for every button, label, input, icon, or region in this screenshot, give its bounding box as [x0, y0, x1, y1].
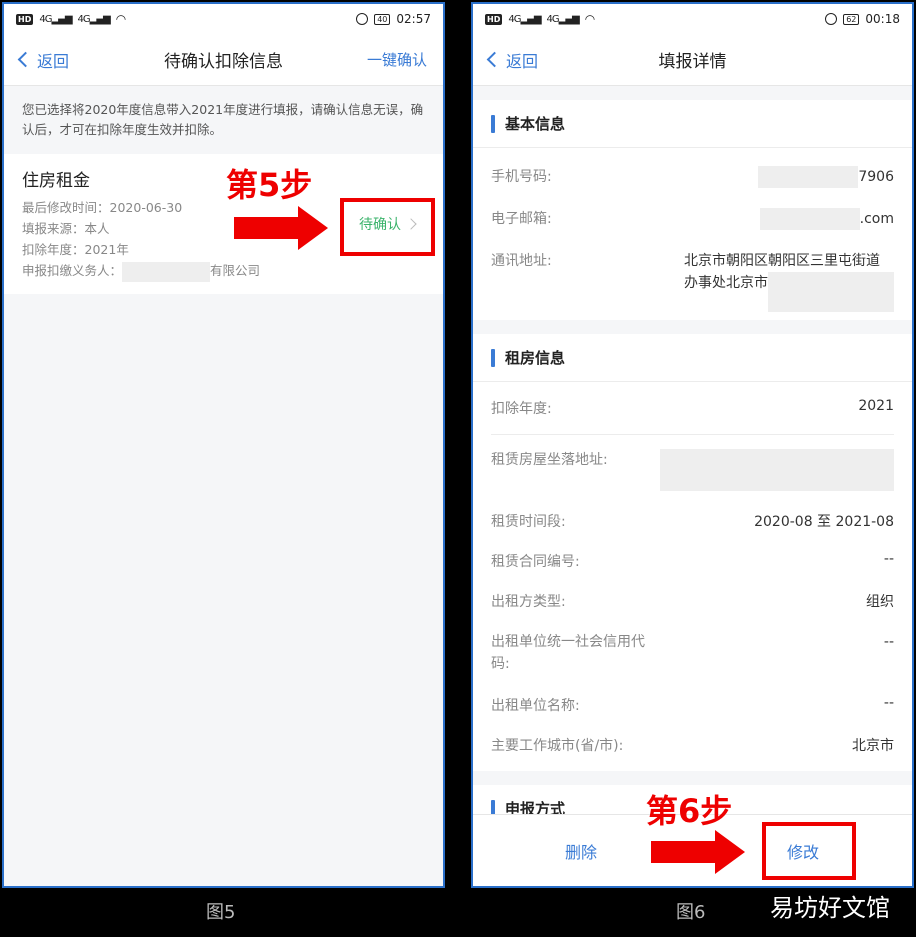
- notice-text: 您已选择将2020年度信息带入2021年度进行填报，请确认信息无误，确认后，才可…: [22, 102, 424, 137]
- period-label: 租赁时间段:: [491, 514, 566, 530]
- phone-row: 手机号码: 7906: [491, 156, 894, 198]
- phone-label: 手机号码:: [491, 169, 552, 185]
- alarm-icon: [825, 13, 838, 25]
- section-basic-info: 基本信息: [473, 100, 912, 148]
- back-button[interactable]: 返回: [17, 48, 70, 72]
- contract-row: 租赁合同编号: --: [491, 541, 894, 581]
- work-city-label: 主要工作城市(省/市):: [491, 738, 624, 754]
- step-6-arrow: [651, 830, 745, 874]
- back-label: 返回: [506, 51, 539, 71]
- caption-fig5: 图5: [206, 902, 236, 923]
- wifi-icon: ◠: [584, 12, 596, 26]
- delete-button[interactable]: 删除: [565, 839, 597, 863]
- contract-value: --: [883, 551, 894, 567]
- address-value: 北京市朝阳区朝阳区三里屯街道 办事处北京市: [684, 250, 894, 312]
- lessor-name-row: 出租单位名称: --: [491, 685, 894, 725]
- address-label: 通讯地址:: [491, 253, 552, 269]
- source-label: 填报来源：: [22, 221, 85, 236]
- highlight-box-pending: [340, 198, 435, 256]
- source-value: 本人: [84, 221, 110, 236]
- nav-bar: 返回 待确认扣除信息 一键确认: [4, 34, 443, 86]
- agent-suffix: 有限公司: [210, 263, 261, 278]
- hd-icon: HD: [485, 13, 503, 25]
- signal-icon: 4G▂▄▆: [39, 13, 72, 25]
- nav-bar: 返回 填报详情: [473, 34, 912, 86]
- section-marker: [491, 114, 495, 133]
- battery-icon: 62: [843, 13, 860, 25]
- agent-label: 申报扣缴义务人：: [22, 263, 123, 278]
- redacted-block: [758, 166, 859, 188]
- redacted-block: [122, 261, 211, 282]
- step-6-label: 第6步: [646, 792, 733, 830]
- period-row: 租赁时间段: 2020-08 至 2021-08: [491, 501, 894, 541]
- period-value: 2020-08 至 2021-08: [754, 514, 894, 530]
- section-rent-info: 租房信息: [473, 334, 912, 382]
- lessor-type-row: 出租方类型: 组织: [491, 581, 894, 621]
- modified-label: 最后修改时间：: [22, 200, 110, 215]
- work-city-value: 北京市: [852, 738, 894, 754]
- lessor-name-label: 出租单位名称:: [491, 698, 580, 714]
- status-bar: HD 4G▂▄▆ 4G▂▄▆ ◠ 62 00:18: [473, 4, 912, 34]
- battery-icon: 40: [374, 13, 391, 25]
- status-time: 00:18: [865, 12, 900, 26]
- screen-fig6: HD 4G▂▄▆ 4G▂▄▆ ◠ 62 00:18 返回 填报详情 基本信息 手…: [471, 2, 914, 888]
- status-time: 02:57: [396, 12, 431, 26]
- watermark: 易坊好文馆: [770, 894, 890, 922]
- page-title: 填报详情: [658, 52, 727, 72]
- rent-info-body: 扣除年度: 2021 租赁房屋坐落地址: 租赁时间段: 2020-08 至 20…: [473, 382, 912, 771]
- signal-icon-2: 4G▂▄▆: [546, 13, 580, 25]
- lessor-type-label: 出租方类型:: [491, 594, 566, 610]
- highlight-box-modify: [762, 822, 856, 880]
- work-city-row: 主要工作城市(省/市): 北京市: [491, 725, 894, 765]
- redacted-block: [768, 272, 894, 312]
- confirm-all-button[interactable]: 一键确认: [367, 49, 427, 70]
- lessor-type-value: 组织: [866, 594, 894, 610]
- modified-value: 2020-06-30: [109, 200, 183, 215]
- email-row: 电子邮箱: .com: [491, 198, 894, 240]
- credit-code-value: --: [883, 634, 894, 650]
- year-value: 2021年: [84, 242, 129, 257]
- credit-code-label: 出租单位统一社会信用代 码:: [491, 634, 645, 672]
- hd-icon: HD: [16, 13, 34, 25]
- chevron-left-icon: [486, 51, 503, 68]
- agent-line: 申报扣缴义务人： 有限公司: [22, 260, 425, 282]
- contract-label: 租赁合同编号:: [491, 554, 580, 570]
- address-row: 通讯地址: 北京市朝阳区朝阳区三里屯街道 办事处北京市: [491, 240, 894, 322]
- caption-fig6: 图6: [676, 902, 706, 923]
- step-5-arrow: [234, 206, 328, 250]
- back-label: 返回: [37, 51, 70, 71]
- section-title: 租房信息: [505, 349, 566, 367]
- section-title: 基本信息: [505, 115, 566, 133]
- email-value: .com: [759, 208, 894, 230]
- signal-icon: 4G▂▄▆: [508, 13, 541, 25]
- basic-info-body: 手机号码: 7906 电子邮箱: .com 通讯地址: 北京市朝阳区朝阳区三里屯…: [473, 148, 912, 320]
- section-marker: [491, 348, 495, 367]
- lessor-name-value: --: [883, 695, 894, 711]
- deduct-year-value: 2021: [858, 398, 894, 414]
- phone-value: 7906: [758, 166, 894, 188]
- redacted-block: [660, 449, 894, 491]
- step-5-label: 第5步: [226, 166, 313, 204]
- location-row: 租赁房屋坐落地址:: [491, 435, 894, 501]
- alarm-icon: [356, 13, 369, 25]
- credit-code-row: 出租单位统一社会信用代 码: --: [491, 621, 894, 685]
- redacted-block: [759, 208, 860, 230]
- year-label: 扣除年度：: [22, 242, 85, 257]
- wifi-icon: ◠: [115, 12, 127, 26]
- chevron-left-icon: [17, 51, 34, 68]
- location-label: 租赁房屋坐落地址:: [491, 452, 608, 468]
- screen-fig5: HD 4G▂▄▆ 4G▂▄▆ ◠ 40 02:57 返回 待确认扣除信息 一键确…: [2, 2, 445, 888]
- deduct-year-row: 扣除年度: 2021: [491, 382, 894, 435]
- email-label: 电子邮箱:: [491, 211, 552, 227]
- card-title: 住房租金: [22, 171, 90, 191]
- deduct-year-label: 扣除年度:: [491, 401, 552, 417]
- back-button[interactable]: 返回: [486, 48, 539, 72]
- signal-icon-2: 4G▂▄▆: [77, 13, 111, 25]
- status-bar: HD 4G▂▄▆ 4G▂▄▆ ◠ 40 02:57: [4, 4, 443, 34]
